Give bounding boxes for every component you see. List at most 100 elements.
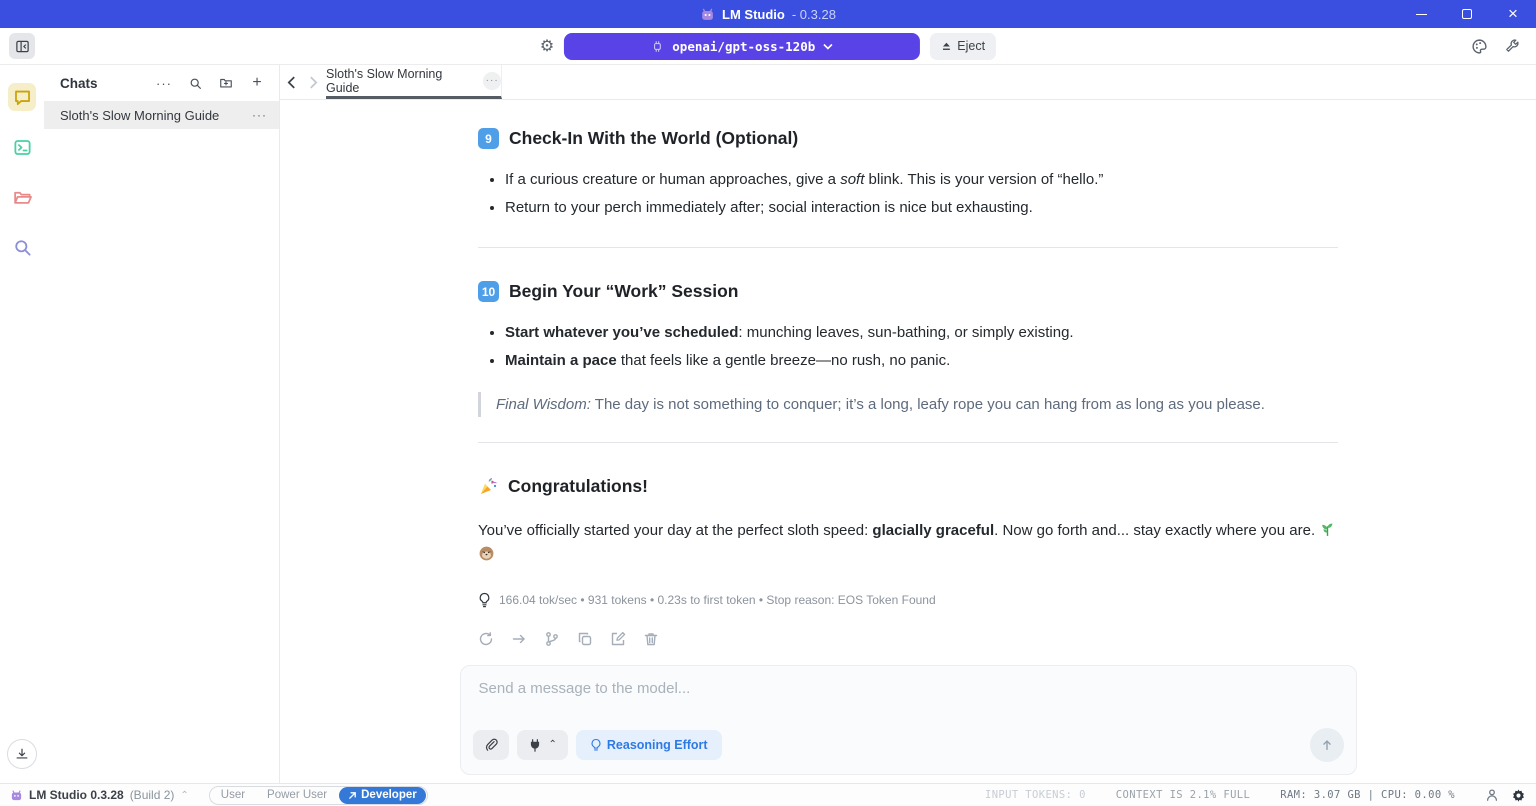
model-settings-gear-icon[interactable]: ⚙ [540,36,554,56]
arrow-up-icon [1320,738,1334,752]
chats-panel-title: Chats [60,76,98,91]
window-controls: × [1398,0,1536,28]
nav-forward-button[interactable] [302,65,324,99]
tab-label: Sloth's Slow Morning Guide [326,67,476,95]
bullet-list: Start whatever you’ve scheduled: munchin… [478,319,1338,375]
user-mode-switch: User Power User Developer [209,786,428,805]
send-message-button[interactable] [1310,728,1344,762]
party-popper-emoji [478,477,498,497]
user-profile-icon[interactable] [1485,788,1499,802]
chevron-down-icon [823,43,833,50]
chat-bubble-icon [13,88,32,107]
chat-list-item[interactable]: Sloth's Slow Morning Guide ··· [44,101,279,129]
search-icon [13,238,32,257]
bullet-item: Start whatever you’ve scheduled: munchin… [505,319,1338,347]
herb-emoji [1319,521,1336,538]
plugins-button[interactable]: ⌃ [517,730,568,760]
statusbar-build: (Build 2) [130,788,175,802]
congrats-heading: Congratulations! [478,476,1338,497]
statusbar-app-version[interactable]: LM Studio 0.3.28 [29,788,124,802]
chats-panel: Chats ··· + Sloth's Slow Morning Guide ·… [44,65,280,783]
model-name: openai/gpt-oss-120b [672,39,815,54]
nav-back-button[interactable] [280,65,302,99]
eject-icon [941,41,952,52]
downloads-button[interactable] [7,739,37,769]
arrow-up-right-icon [348,791,357,800]
copy-button[interactable] [577,631,593,647]
delete-button[interactable] [643,631,659,647]
nav-chat-button[interactable] [8,83,36,111]
divider [478,442,1338,443]
chevron-left-icon [287,76,296,89]
eject-model-button[interactable]: Eject [930,33,996,60]
chat-item-label: Sloth's Slow Morning Guide [60,108,219,123]
generation-stats: 166.04 tok/sec • 931 tokens • 0.23s to f… [478,592,1338,608]
title-bar: LM Studio - 0.3.28 × [0,0,1536,28]
chat-transcript[interactable]: 9 Check-In With the World (Optional) If … [280,100,1536,665]
folder-icon [13,188,32,207]
mode-developer[interactable]: Developer [339,787,426,804]
mode-power-user[interactable]: Power User [257,788,337,803]
settings-gear-icon[interactable] [1511,788,1526,803]
new-chat-button[interactable]: + [245,72,269,94]
section-heading-9: 9 Check-In With the World (Optional) [478,128,1338,149]
blockquote-final-wisdom: Final Wisdom: The day is not something t… [478,392,1338,417]
nav-my-models-button[interactable] [8,183,36,211]
continue-button[interactable] [511,631,527,647]
message-input[interactable] [473,676,1344,728]
chevron-up-icon: ⌃ [180,790,188,801]
paperclip-icon [484,738,498,752]
nav-discover-button[interactable] [8,233,36,261]
close-button[interactable]: × [1490,0,1536,28]
sloth-emoji [478,545,495,562]
minimize-button[interactable] [1398,0,1444,28]
tab-menu-button[interactable]: ··· [483,72,501,90]
chats-more-button[interactable]: ··· [152,72,176,94]
app-name: LM Studio [722,7,785,22]
maximize-button[interactable] [1444,0,1490,28]
edit-button[interactable] [610,631,626,647]
chats-search-button[interactable] [183,72,207,94]
search-icon [189,77,202,90]
lmstudio-logo-icon [700,7,715,22]
terminal-icon [13,138,32,157]
reasoning-effort-label: Reasoning Effort [607,738,708,752]
nav-developer-button[interactable] [8,133,36,161]
lightbulb-icon [590,738,602,753]
chat-item-menu-button[interactable]: ··· [252,108,267,122]
new-folder-button[interactable] [214,72,238,94]
keycap-10-emoji: 10 [478,281,499,302]
wrench-icon[interactable] [1504,38,1520,54]
regenerate-button[interactable] [478,631,494,647]
reasoning-effort-button[interactable]: Reasoning Effort [576,730,722,760]
bullet-item: If a curious creature or human approache… [505,166,1338,194]
tab-active-chat[interactable]: Sloth's Slow Morning Guide ··· [326,65,502,99]
section-heading-10: 10 Begin Your “Work” Session [478,281,1338,302]
context-usage-readout: CONTEXT IS 2.1% FULL [1116,789,1250,801]
ram-cpu-readout: RAM: 3.07 GB | CPU: 0.00 % [1280,789,1455,801]
attach-file-button[interactable] [473,730,509,760]
model-selector-button[interactable]: openai/gpt-oss-120b [564,33,920,60]
status-bar: LM Studio 0.3.28 (Build 2) ⌃ User Power … [0,783,1536,806]
window-title: LM Studio - 0.3.28 [700,7,836,22]
chevron-right-icon [309,76,318,89]
bullet-item: Return to your perch immediately after; … [505,194,1338,222]
panel-collapse-icon [15,39,30,54]
bullet-item: Maintain a pace that feels like a gentle… [505,347,1338,375]
chip-icon [651,40,664,53]
collapse-sidebar-button[interactable] [9,33,35,59]
folder-plus-icon [219,76,233,90]
chevron-up-icon: ⌃ [549,739,557,750]
bullet-list: If a curious creature or human approache… [478,166,1338,222]
lightbulb-icon [478,592,491,608]
congrats-paragraph: You’ve officially started your day at th… [478,519,1338,567]
input-tokens-readout: INPUT TOKENS: 0 [985,789,1086,801]
theme-palette-icon[interactable] [1471,38,1488,55]
mode-user[interactable]: User [211,788,255,803]
plug-icon [528,738,542,752]
download-icon [15,747,29,761]
tab-bar: Sloth's Slow Morning Guide ··· [280,65,1536,100]
branch-button[interactable] [544,631,560,647]
keycap-9-emoji: 9 [478,128,499,149]
eject-label: Eject [957,39,985,53]
